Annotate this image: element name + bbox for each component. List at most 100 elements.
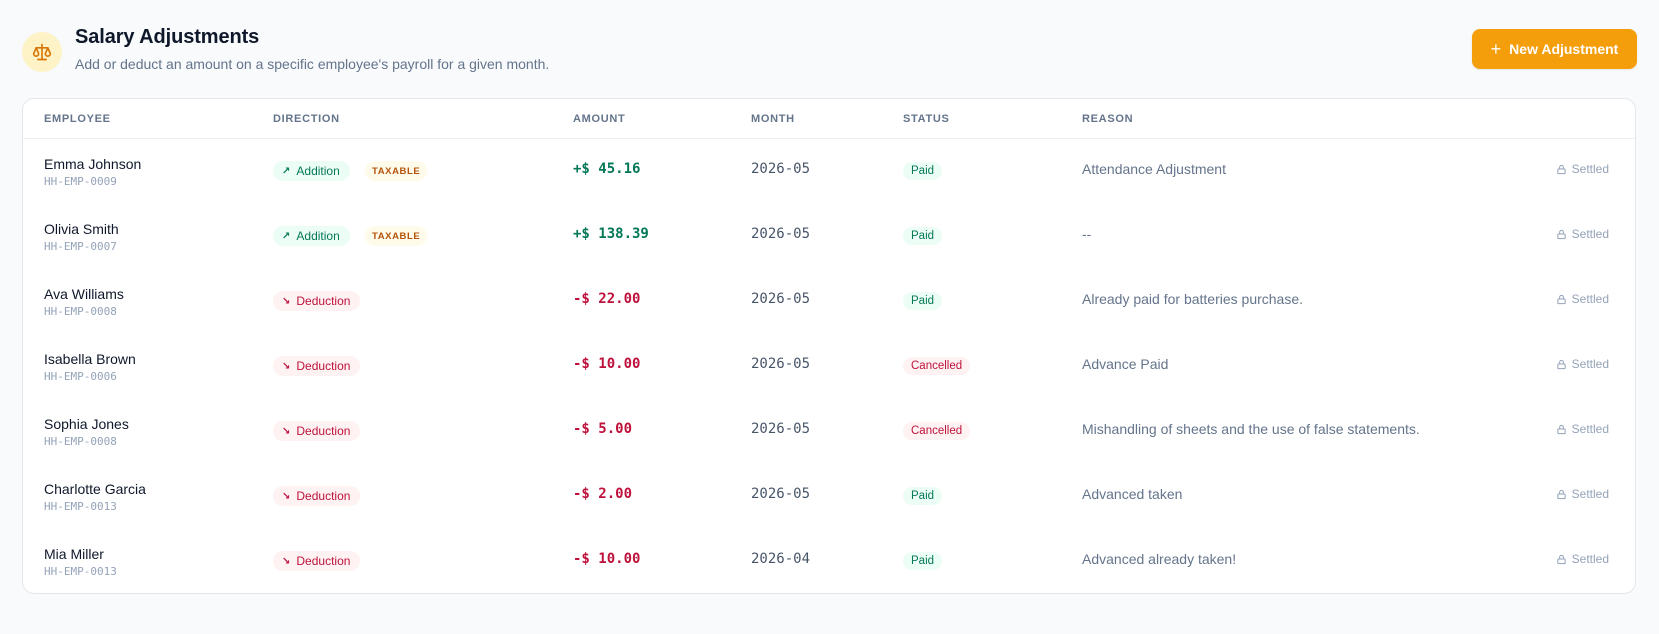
settled-label: Settled xyxy=(1571,292,1609,306)
settled-indicator: Settled xyxy=(1556,292,1609,306)
amount-value: -$ 22.00 xyxy=(573,291,641,307)
amount-value: -$ 10.00 xyxy=(573,356,641,372)
direction-badge: ↘ Deduction xyxy=(273,421,361,441)
direction-label: Deduction xyxy=(296,554,351,568)
month-value: 2026-05 xyxy=(751,486,811,502)
settled-indicator: Settled xyxy=(1556,422,1609,436)
status-badge: Paid xyxy=(903,487,943,505)
month-value: 2026-05 xyxy=(751,291,811,307)
reason-text: Advanced already taken! xyxy=(1082,551,1237,567)
amount-value: -$ 5.00 xyxy=(573,421,633,437)
month-value: 2026-05 xyxy=(751,161,811,177)
arrow-icon: ↘ xyxy=(282,490,291,502)
employee-id: HH-EMP-0008 xyxy=(44,435,117,448)
settled-label: Settled xyxy=(1571,162,1609,176)
employee-id: HH-EMP-0013 xyxy=(44,565,117,578)
employee-name: Olivia Smith xyxy=(44,221,119,237)
employee-name: Isabella Brown xyxy=(44,351,136,367)
table-row[interactable]: Mia Miller HH-EMP-0013 ↘ Deduction -$ 10… xyxy=(23,529,1635,593)
lock-icon xyxy=(1556,294,1566,304)
lock-icon xyxy=(1556,164,1566,174)
month-value: 2026-05 xyxy=(751,226,811,242)
arrow-icon: ↘ xyxy=(282,555,291,567)
settled-label: Settled xyxy=(1571,552,1609,566)
header-month: MONTH xyxy=(751,113,795,125)
reason-text: Advanced taken xyxy=(1082,486,1183,502)
employee-id: HH-EMP-0013 xyxy=(44,500,117,513)
page-title: Salary Adjustments xyxy=(75,26,260,48)
table-row[interactable]: Emma Johnson HH-EMP-0009 ↗ Addition TAXA… xyxy=(23,139,1635,204)
direction-label: Addition xyxy=(296,229,340,243)
status-badge: Paid xyxy=(903,227,943,245)
header-reason: REASON xyxy=(1082,113,1134,125)
settled-indicator: Settled xyxy=(1556,552,1609,566)
arrow-icon: ↘ xyxy=(282,295,291,307)
direction-label: Deduction xyxy=(296,359,351,373)
direction-label: Deduction xyxy=(296,424,351,438)
scale-icon xyxy=(22,32,62,72)
table-row[interactable]: Isabella Brown HH-EMP-0006 ↘ Deduction -… xyxy=(23,334,1635,399)
employee-name: Ava Williams xyxy=(44,286,124,302)
header-amount: AMOUNT xyxy=(573,113,626,125)
lock-icon xyxy=(1556,359,1566,369)
month-value: 2026-04 xyxy=(751,551,811,567)
direction-badge: ↗ Addition xyxy=(273,161,350,181)
page-header: Salary Adjustments Add or deduct an amou… xyxy=(22,26,1637,78)
settled-label: Settled xyxy=(1571,487,1609,501)
lock-icon xyxy=(1556,229,1566,239)
table-row[interactable]: Sophia Jones HH-EMP-0008 ↘ Deduction -$ … xyxy=(23,399,1635,464)
employee-id: HH-EMP-0007 xyxy=(44,240,117,253)
header-employee: EMPLOYEE xyxy=(44,113,111,125)
table-row[interactable]: Olivia Smith HH-EMP-0007 ↗ Addition TAXA… xyxy=(23,204,1635,269)
amount-value: +$ 138.39 xyxy=(573,226,649,242)
employee-id: HH-EMP-0009 xyxy=(44,175,117,188)
settled-label: Settled xyxy=(1571,422,1609,436)
employee-name: Charlotte Garcia xyxy=(44,481,146,497)
header-status: STATUS xyxy=(903,113,950,125)
month-value: 2026-05 xyxy=(751,421,811,437)
table-body: Emma Johnson HH-EMP-0009 ↗ Addition TAXA… xyxy=(23,139,1635,593)
settled-indicator: Settled xyxy=(1556,487,1609,501)
direction-badge: ↘ Deduction xyxy=(273,356,361,376)
table-row[interactable]: Ava Williams HH-EMP-0008 ↘ Deduction -$ … xyxy=(23,269,1635,334)
new-adjustment-label: New Adjustment xyxy=(1509,41,1619,57)
lock-icon xyxy=(1556,554,1566,564)
table-row[interactable]: Charlotte Garcia HH-EMP-0013 ↘ Deduction… xyxy=(23,464,1635,529)
arrow-icon: ↘ xyxy=(282,360,291,372)
direction-badge: ↘ Deduction xyxy=(273,486,361,506)
table-header: EMPLOYEE DIRECTION AMOUNT MONTH STATUS R… xyxy=(23,99,1635,139)
settled-indicator: Settled xyxy=(1556,227,1609,241)
reason-text: Attendance Adjustment xyxy=(1082,161,1226,177)
arrow-icon: ↗ xyxy=(282,230,291,242)
status-badge: Paid xyxy=(903,162,943,180)
direction-label: Deduction xyxy=(296,489,351,503)
amount-value: +$ 45.16 xyxy=(573,161,641,177)
arrow-icon: ↘ xyxy=(282,425,291,437)
reason-text: Already paid for batteries purchase. xyxy=(1082,291,1304,307)
month-value: 2026-05 xyxy=(751,356,811,372)
plus-icon: + xyxy=(1490,39,1502,59)
direction-badge: ↘ Deduction xyxy=(273,551,361,571)
amount-value: -$ 2.00 xyxy=(573,486,633,502)
employee-name: Emma Johnson xyxy=(44,156,142,172)
employee-id: HH-EMP-0006 xyxy=(44,370,117,383)
adjustments-table: EMPLOYEE DIRECTION AMOUNT MONTH STATUS R… xyxy=(22,98,1636,594)
arrow-icon: ↗ xyxy=(282,165,291,177)
taxable-badge: TAXABLE xyxy=(365,226,428,246)
employee-id: HH-EMP-0008 xyxy=(44,305,117,318)
taxable-badge: TAXABLE xyxy=(365,161,428,181)
direction-label: Deduction xyxy=(296,294,351,308)
reason-text: Mishandling of sheets and the use of fal… xyxy=(1082,421,1420,437)
reason-text: -- xyxy=(1082,226,1092,242)
new-adjustment-button[interactable]: + New Adjustment xyxy=(1472,29,1637,69)
settled-label: Settled xyxy=(1571,227,1609,241)
status-badge: Cancelled xyxy=(903,422,971,440)
page-subtitle: Add or deduct an amount on a specific em… xyxy=(75,56,550,72)
direction-badge: ↘ Deduction xyxy=(273,291,361,311)
header-direction: DIRECTION xyxy=(273,113,340,125)
status-badge: Paid xyxy=(903,292,943,310)
employee-name: Sophia Jones xyxy=(44,416,129,432)
lock-icon xyxy=(1556,424,1566,434)
direction-badge: ↗ Addition xyxy=(273,226,350,246)
status-badge: Cancelled xyxy=(903,357,971,375)
